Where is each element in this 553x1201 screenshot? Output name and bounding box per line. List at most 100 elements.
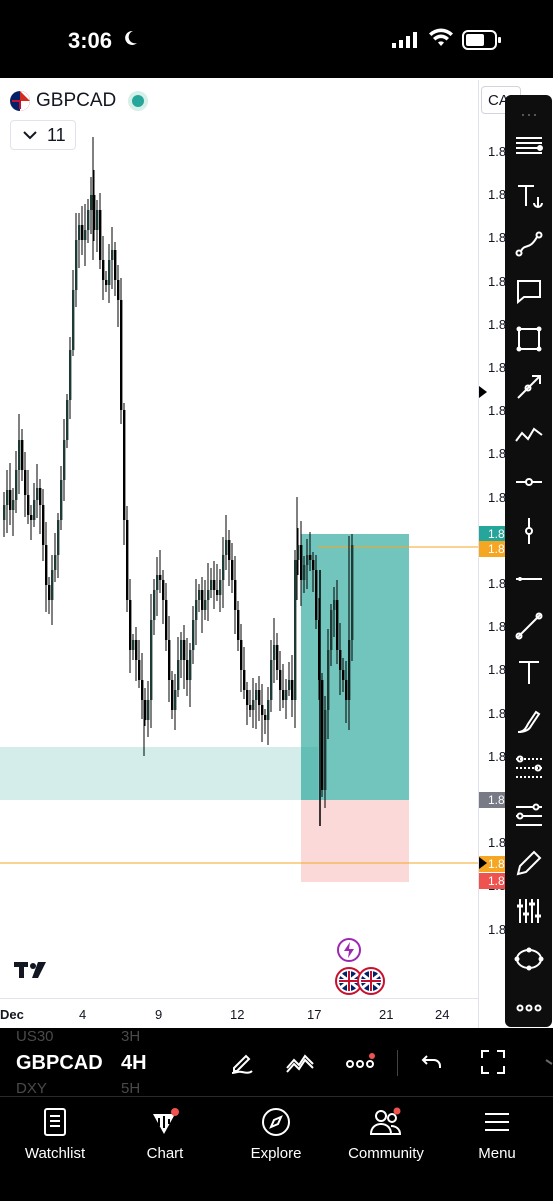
toolbar-drag-handle-button[interactable] [513,99,544,130]
time-tick-label: 9 [155,1007,163,1022]
toolbar-highlighter-button[interactable] [513,847,544,878]
symbol-selector[interactable]: GBPCAD [16,1052,103,1075]
candle-body [228,540,231,560]
candle-body [267,700,270,720]
compass-icon [262,1108,290,1136]
uk-event-flags-icon[interactable] [334,966,386,996]
gbpcad-flag-icon [10,91,30,111]
toolbar-zigzag-button[interactable] [513,418,544,449]
candle-body [243,670,246,690]
price-chart[interactable] [0,78,478,998]
toolbar-arrow-button[interactable] [513,371,544,402]
more-icon [516,1004,541,1011]
more-dots-icon [346,1053,375,1068]
interval-selector[interactable]: 4H [121,1052,147,1075]
candle-body [51,570,54,600]
candle-body [339,650,342,670]
candle-body [69,350,72,400]
redo-partial-icon[interactable] [540,1054,553,1074]
price-tick-label: 1.8 [488,489,507,505]
price-tick-label: 1.8 [488,187,507,203]
candle-body [195,600,198,620]
price-tick-label: 1.8 [488,705,507,721]
candle-body [87,210,90,230]
long-position-stop[interactable] [301,800,409,882]
toolbar-trend-line-button[interactable] [513,610,544,641]
candle-body [111,250,114,260]
price-tick-label: 1.8 [488,576,507,591]
tab-menu[interactable]: Menu [442,1105,552,1162]
undo-button[interactable] [416,1046,448,1078]
horizontal-ray-icon [515,477,542,486]
prev-interval-ghost[interactable]: 3H [121,1028,140,1045]
time-axis[interactable]: Dec 4 9 12 17 21 24 [0,998,478,1029]
price-tick-label: 1.8 [488,144,507,159]
toolbar-horizontal-ray-button[interactable] [513,466,544,497]
candle-body [42,505,45,545]
vertical-line-icon [524,517,533,544]
candle-body [105,280,108,285]
cellular-signal-icon [392,32,417,48]
fullscreen-button[interactable] [477,1046,509,1078]
tab-explore[interactable]: Explore [221,1105,331,1162]
prev-symbol-ghost[interactable]: US30 [16,1028,54,1045]
crosshair-marker-icon [479,386,487,398]
candle-body [186,660,189,680]
candle-body [327,650,330,710]
price-tick-label: 1.8 [488,230,507,246]
next-symbol-ghost[interactable]: DXY [16,1080,47,1097]
toolbar-text-button[interactable] [513,657,544,688]
tab-watchlist[interactable]: Watchlist [0,1105,110,1162]
chart-area[interactable] [0,78,553,1028]
toolbar-regression-button[interactable] [513,800,544,831]
toolbar-vertical-line-button[interactable] [513,515,544,546]
chart-tab-icon [153,1108,179,1134]
toolbar-sliders-button[interactable] [513,895,544,926]
toolbar-parallel-channel-button[interactable] [513,752,544,783]
candle-body [246,690,249,705]
candle-body [324,710,327,790]
candle-body [279,670,282,690]
candle-body [96,210,99,230]
candle-body [345,680,348,700]
lightning-event-icon[interactable] [336,937,362,963]
tab-chart[interactable]: Chart [110,1105,220,1162]
tab-community[interactable]: Community [331,1105,441,1162]
candle-body [120,300,123,410]
indicators-button[interactable] [284,1046,316,1078]
candle-body [168,640,171,680]
candle-body [207,590,210,600]
toolbar-more-button[interactable] [513,992,544,1023]
candle-body [237,610,240,640]
toolbar-anchored-text-button[interactable] [513,180,544,211]
price-tick-label: 1.8 [488,619,507,635]
candle-body [216,590,219,595]
brush-icon [517,710,540,733]
symbol-legend[interactable]: GBPCAD [10,88,145,114]
tradingview-logo [14,962,46,978]
candle-body [132,640,135,650]
watchlist-icon [44,1108,66,1136]
demand-zone[interactable] [0,747,318,800]
toolbar-horizontal-lines-button[interactable] [513,129,544,160]
draw-pen-button[interactable] [226,1046,258,1078]
fullscreen-icon [481,1050,505,1074]
callout-icon [516,279,541,304]
toolbar-brush-button[interactable] [513,705,544,736]
candle-body [261,705,264,715]
drawing-toolbar[interactable] [505,95,552,1027]
toolbar-ellipse-button[interactable] [513,943,544,974]
next-interval-ghost[interactable]: 5H [121,1080,140,1097]
toolbar-horizontal-line-button[interactable] [513,563,544,594]
candle-body [321,680,324,790]
more-options-button[interactable] [345,1046,377,1078]
interval-collapse-button[interactable]: 11 [10,120,76,150]
status-bar: 3:06 [0,0,553,78]
toolbar-rectangle-button[interactable] [513,323,544,354]
candle-body [213,580,216,590]
candle-body [330,610,333,650]
toolbar-path-button[interactable] [513,228,544,259]
candle-body [180,640,183,660]
candle-body [252,700,255,710]
toolbar-callout-button[interactable] [513,275,544,306]
